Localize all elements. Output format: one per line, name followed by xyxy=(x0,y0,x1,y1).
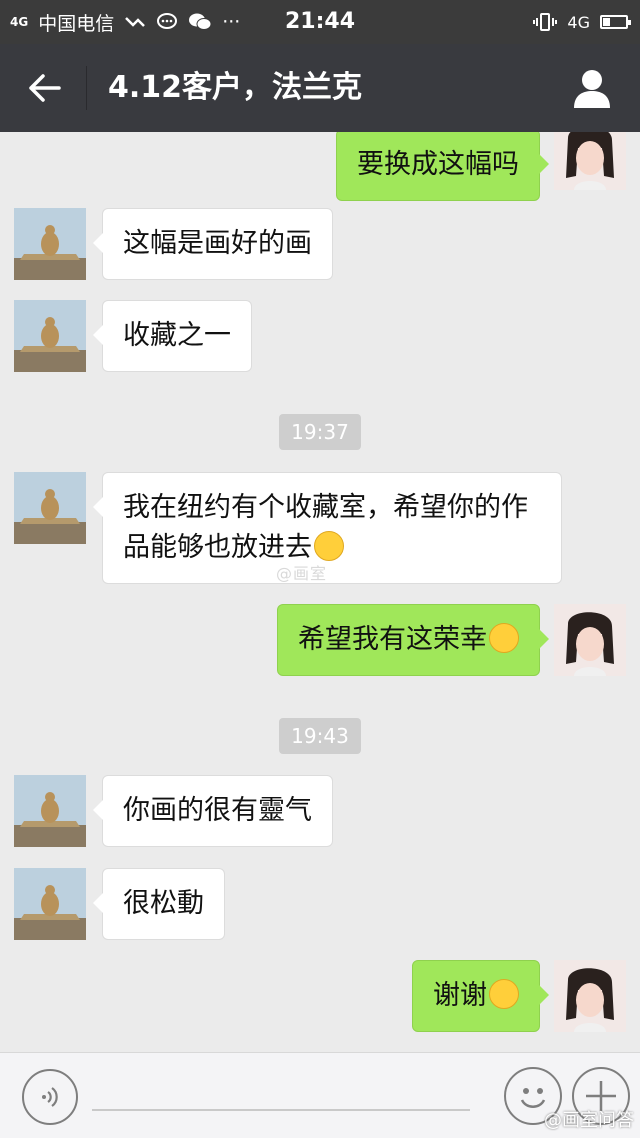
timestamp: 19:43 xyxy=(0,718,640,754)
timestamp-label: 19:43 xyxy=(279,718,361,754)
message-text: 这幅是画好的画 xyxy=(123,228,312,259)
voice-button[interactable] xyxy=(22,1069,78,1125)
message-bubble-incoming[interactable]: 很松動 xyxy=(93,868,225,940)
contact-avatar[interactable] xyxy=(14,300,86,372)
message-text: 很松動 xyxy=(123,888,204,919)
message-bubble-incoming[interactable]: 这幅是画好的画 xyxy=(93,208,333,280)
grin-emoji-icon xyxy=(314,531,344,561)
input-bar: @画室问答 xyxy=(0,1052,640,1138)
vibrate-icon xyxy=(533,13,558,31)
voice-icon xyxy=(42,1087,58,1107)
contact-avatar[interactable] xyxy=(14,208,86,280)
timestamp-label: 19:37 xyxy=(279,414,361,450)
corner-watermark: @画室问答 xyxy=(544,1110,634,1131)
message-text: 希望我有这荣幸 xyxy=(298,624,487,655)
buddha-statue-avatar-image xyxy=(14,208,86,280)
chat-area[interactable]: 要换成这幅吗 这幅是画好的画 收藏之一 19:37 我在纽约有个收藏室，希望你的… xyxy=(0,132,640,1052)
chat-title: 4.12客户，法兰克 xyxy=(108,70,363,105)
message-bubble-incoming[interactable]: 你画的很有靈气 xyxy=(93,775,333,847)
contact-avatar[interactable] xyxy=(14,472,86,544)
battery-fill xyxy=(603,18,610,26)
buddha-statue-avatar-image xyxy=(14,775,86,847)
message-text: 我在纽约有个收藏室，希望你的作 xyxy=(123,492,528,523)
status-bar: 4G 中国电信 ··· 21:44 4G xyxy=(0,0,640,44)
message-text: 你画的很有靈气 xyxy=(123,795,312,826)
network-type-label: 4G xyxy=(567,12,590,32)
message-text-line2: 品能够也放进去 xyxy=(123,528,541,568)
header-divider xyxy=(86,66,87,110)
my-avatar-image xyxy=(554,132,626,190)
buddha-statue-avatar-image xyxy=(14,300,86,372)
my-avatar[interactable] xyxy=(554,960,626,1032)
message-bubble-outgoing[interactable]: 要换成这幅吗 xyxy=(336,132,549,201)
my-avatar-image xyxy=(554,960,626,1032)
profile-icon xyxy=(574,70,610,108)
back-button[interactable] xyxy=(22,66,66,110)
my-avatar[interactable] xyxy=(554,604,626,676)
message-bubble-outgoing[interactable]: 谢谢 xyxy=(412,960,549,1032)
battery-icon xyxy=(600,15,631,29)
back-arrow-icon xyxy=(29,74,61,102)
message-text: 收藏之一 xyxy=(123,320,231,351)
message-bubble-incoming[interactable]: 我在纽约有个收藏室，希望你的作 品能够也放进去 xyxy=(93,472,562,584)
contact-avatar[interactable] xyxy=(14,775,86,847)
my-avatar-image xyxy=(554,604,626,676)
message-text: 要换成这幅吗 xyxy=(357,149,519,180)
message-bubble-incoming[interactable]: 收藏之一 xyxy=(93,300,252,372)
status-right: 4G xyxy=(533,0,631,44)
smile-emoji-icon xyxy=(489,623,519,653)
my-avatar[interactable] xyxy=(554,132,626,190)
contact-avatar[interactable] xyxy=(14,868,86,940)
message-text: 谢谢 xyxy=(433,980,487,1011)
chat-header: 4.12客户，法兰克 xyxy=(0,44,640,132)
watermark-text: @画室 xyxy=(276,564,328,583)
message-input[interactable] xyxy=(92,1109,470,1111)
heart-eyes-emoji-icon xyxy=(489,979,519,1009)
buddha-statue-avatar-image xyxy=(14,868,86,940)
message-bubble-outgoing[interactable]: 希望我有这荣幸 xyxy=(277,604,549,676)
buddha-statue-avatar-image xyxy=(14,472,86,544)
profile-button[interactable] xyxy=(570,66,614,110)
timestamp: 19:37 xyxy=(0,414,640,450)
